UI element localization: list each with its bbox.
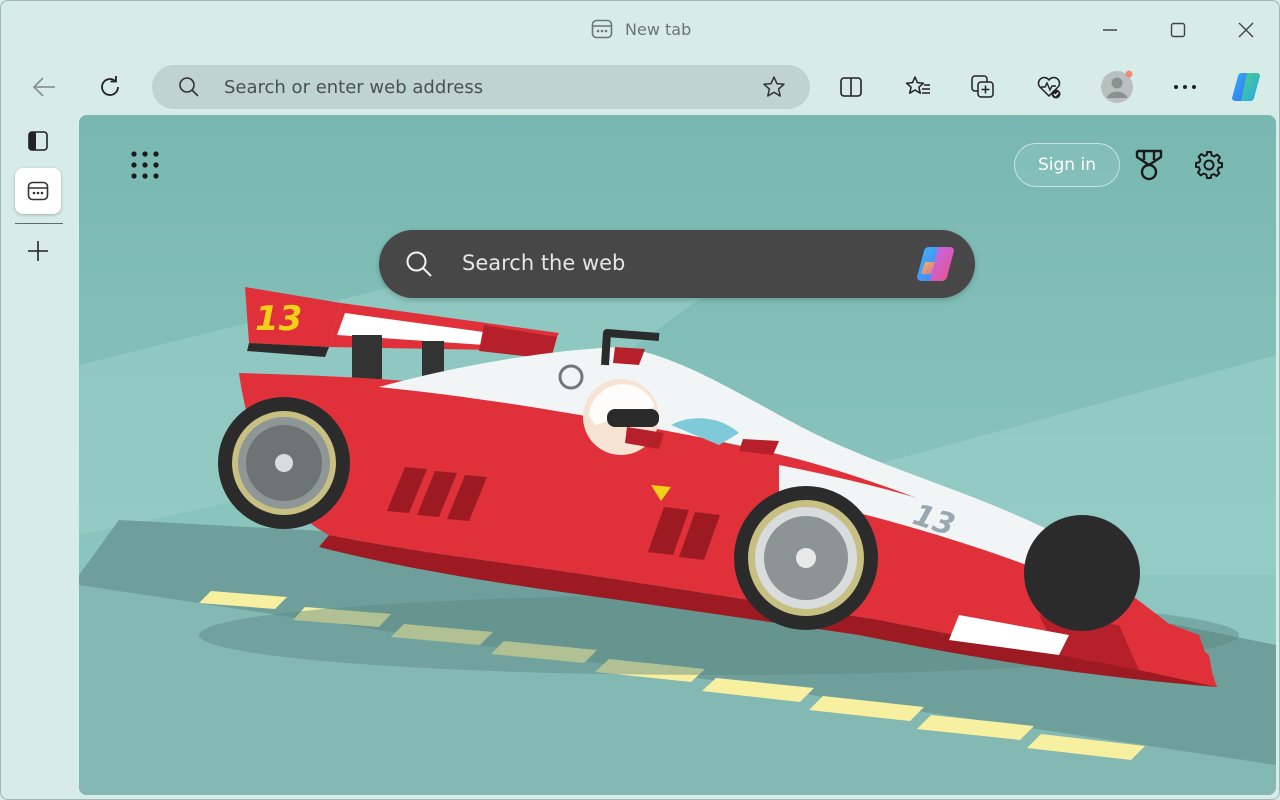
back-button[interactable] bbox=[26, 69, 62, 105]
background-illustration: 13 13 bbox=[79, 115, 1276, 795]
car-number-wing: 13 bbox=[255, 299, 302, 339]
search-icon bbox=[406, 251, 432, 277]
maximize-button[interactable] bbox=[1163, 15, 1193, 45]
new-tab-page: 13 13 Sign in Search the web bbox=[79, 115, 1276, 795]
copilot-icon bbox=[1232, 73, 1260, 101]
split-screen-icon bbox=[840, 77, 862, 97]
copilot-button[interactable] bbox=[1229, 69, 1265, 105]
favorites-icon bbox=[905, 76, 930, 94]
rewards-button[interactable] bbox=[1129, 145, 1169, 185]
tab-new-tab[interactable] bbox=[15, 168, 61, 214]
browser-toolbar bbox=[1, 57, 1279, 115]
favorites-button[interactable] bbox=[900, 69, 936, 105]
profile-button[interactable] bbox=[1099, 69, 1135, 105]
copilot-icon[interactable] bbox=[915, 244, 959, 284]
refresh-icon bbox=[101, 76, 119, 96]
gear-icon bbox=[1195, 151, 1223, 179]
minimize-button[interactable] bbox=[1095, 15, 1125, 45]
new-tab-page-icon bbox=[27, 181, 49, 201]
vertical-tab-strip bbox=[1, 115, 77, 799]
collections-icon bbox=[971, 75, 994, 98]
page-settings-button[interactable] bbox=[1189, 145, 1229, 185]
apps-grid-icon bbox=[131, 151, 159, 179]
medal-icon bbox=[1135, 149, 1163, 181]
collections-button[interactable] bbox=[965, 69, 1001, 105]
web-search-placeholder: Search the web bbox=[462, 251, 626, 275]
maximize-icon bbox=[1170, 22, 1186, 38]
web-search-box[interactable]: Search the web bbox=[379, 230, 975, 298]
active-tab[interactable]: New tab bbox=[591, 17, 691, 41]
tab-title-text: New tab bbox=[625, 19, 692, 39]
address-input[interactable] bbox=[224, 71, 744, 103]
browser-window: New tab Search or enter web address 13 1… bbox=[0, 0, 1280, 800]
minimize-icon bbox=[1103, 29, 1117, 31]
tab-strip-divider bbox=[15, 223, 63, 224]
new-tab-page-icon bbox=[591, 19, 613, 39]
profile-avatar bbox=[1101, 70, 1133, 103]
title-bar: New tab bbox=[1, 1, 1279, 57]
search-icon bbox=[179, 77, 199, 97]
sign-in-button[interactable]: Sign in bbox=[1014, 143, 1120, 187]
more-icon bbox=[1174, 85, 1196, 89]
tab-actions-icon bbox=[28, 131, 48, 151]
more-button[interactable] bbox=[1167, 69, 1203, 105]
tab-actions-button[interactable] bbox=[15, 118, 61, 164]
apps-launcher-button[interactable] bbox=[123, 143, 167, 187]
back-icon bbox=[32, 77, 55, 97]
add-tab-icon bbox=[28, 241, 48, 261]
browser-essentials-icon bbox=[1037, 76, 1061, 99]
address-bar[interactable] bbox=[152, 65, 810, 109]
star-icon[interactable] bbox=[762, 75, 786, 99]
close-icon bbox=[1238, 22, 1254, 38]
split-screen-button[interactable] bbox=[833, 69, 869, 105]
refresh-button[interactable] bbox=[92, 69, 128, 105]
browser-essentials-button[interactable] bbox=[1031, 69, 1067, 105]
add-tab-button[interactable] bbox=[15, 228, 61, 274]
close-button[interactable] bbox=[1231, 15, 1261, 45]
